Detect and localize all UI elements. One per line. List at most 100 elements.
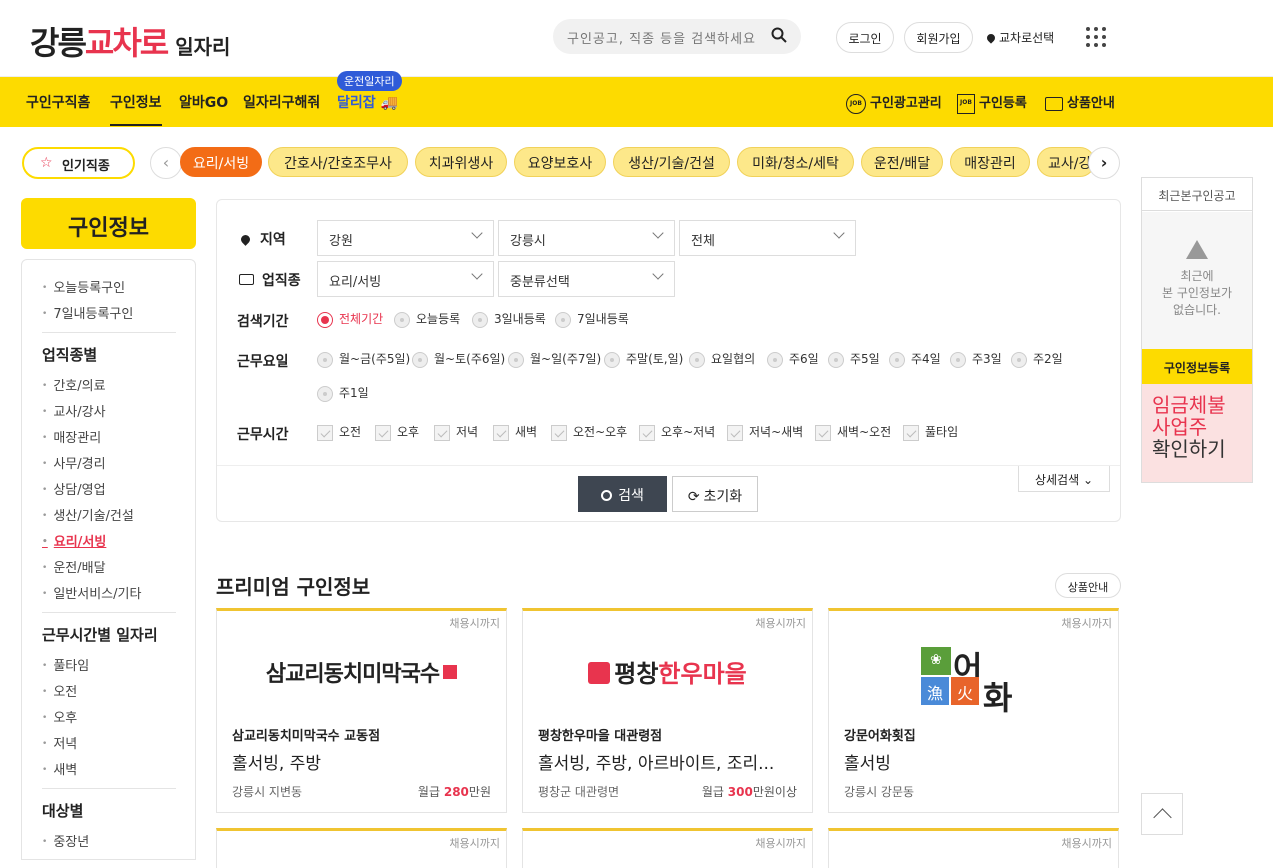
company-name: 강문어화횟집 bbox=[844, 729, 916, 744]
job-title: 홀서빙 bbox=[844, 754, 891, 774]
login-button[interactable]: 로그인 bbox=[836, 22, 894, 53]
recent-empty-message: 최근에 본 구인정보가 없습니다. bbox=[1142, 212, 1252, 349]
sidebar-item-middleaged[interactable]: 중장년 bbox=[42, 831, 89, 850]
days-4-radio[interactable]: 주4일 bbox=[889, 350, 941, 368]
reset-button[interactable]: ⟳ 초기화 bbox=[672, 476, 758, 512]
premium-card[interactable]: 채용시까지 ❀ 어 漁 火 화 강문어화횟집 홀서빙 강릉시 강문동 bbox=[828, 608, 1119, 813]
sidebar-item-general[interactable]: 일반서비스/기타 bbox=[42, 583, 141, 602]
job-sub-select[interactable]: 중분류선택 bbox=[498, 261, 675, 297]
premium-info-button[interactable]: 상품안내 bbox=[1055, 573, 1121, 598]
sidebar-item-morning[interactable]: 오전 bbox=[42, 681, 77, 700]
days-3-radio[interactable]: 주3일 bbox=[950, 350, 1002, 368]
job-pay: 월급 300만원이상 bbox=[701, 785, 797, 799]
days-mon-sat-radio[interactable]: 월~토(주6일) bbox=[412, 350, 505, 368]
sidebar-item-dawn[interactable]: 새벽 bbox=[42, 759, 77, 778]
search-icon[interactable] bbox=[771, 27, 787, 43]
region-city-select[interactable]: 강릉시 bbox=[498, 220, 675, 256]
sidebar-item-cooking[interactable]: 요리/서빙 bbox=[42, 531, 107, 550]
nav-find-job[interactable]: 일자리구해줘 bbox=[243, 92, 320, 112]
deadline-text: 채용시까지 bbox=[755, 617, 806, 630]
nav-dallijob[interactable]: 달리잡 🚚 bbox=[337, 92, 398, 112]
wage-check-banner[interactable]: 임금체불 사업주 확인하기 bbox=[1142, 384, 1252, 482]
days-mon-fri-radio[interactable]: 월~금(주5일) bbox=[317, 350, 410, 368]
premium-card[interactable]: 채용시까지 bbox=[216, 828, 507, 868]
premium-card[interactable]: 채용시까지 bbox=[828, 828, 1119, 868]
hours-dawn-checkbox[interactable]: 새벽 bbox=[493, 423, 537, 441]
chip-driving[interactable]: 운전/배달 bbox=[861, 147, 943, 177]
hours-dawn-morning-checkbox[interactable]: 새벽~오전 bbox=[815, 423, 891, 441]
sidebar-item-production[interactable]: 생산/기술/건설 bbox=[42, 505, 134, 524]
days-mon-sun-radio[interactable]: 월~일(주7일) bbox=[508, 350, 601, 368]
nav-job-info[interactable]: 구인정보 bbox=[110, 92, 162, 126]
sidebar-item-evening[interactable]: 저녁 bbox=[42, 733, 77, 752]
chip-store[interactable]: 매장관리 bbox=[950, 147, 1030, 177]
period-7days-radio[interactable]: 7일내등록 bbox=[555, 310, 629, 328]
signup-button[interactable]: 회원가입 bbox=[904, 22, 973, 53]
region-district-select[interactable]: 전체 bbox=[679, 220, 856, 256]
sidebar-item-today[interactable]: 오늘등록구인 bbox=[42, 277, 125, 296]
days-2-radio[interactable]: 주2일 bbox=[1011, 350, 1063, 368]
premium-card[interactable]: 채용시까지 평창한우마을 평창한우마을 대관령점 홀서빙, 주방, 아르바이트,… bbox=[522, 608, 813, 813]
chip-caregiver[interactable]: 요양보호사 bbox=[514, 147, 606, 177]
days-weekend-radio[interactable]: 주말(토,일) bbox=[604, 350, 683, 368]
deadline-text: 채용시까지 bbox=[449, 617, 500, 630]
premium-card[interactable]: 채용시까지 bbox=[522, 828, 813, 868]
sidebar-item-fulltime[interactable]: 풀타임 bbox=[42, 655, 89, 674]
chip-production[interactable]: 생산/기술/건설 bbox=[613, 147, 730, 177]
nav-products[interactable]: 상품안내 bbox=[1045, 92, 1115, 111]
chip-cooking-serving[interactable]: 요리/서빙 bbox=[180, 147, 262, 177]
region-select[interactable]: 교차로선택 bbox=[985, 29, 1054, 46]
premium-section-title: 프리미엄 구인정보 bbox=[216, 575, 371, 599]
search-input[interactable]: 구인공고, 직종 등을 검색하세요 bbox=[553, 19, 801, 54]
advanced-search-button[interactable]: 상세검색 ⌄ bbox=[1018, 466, 1110, 492]
hours-afternoon-checkbox[interactable]: 오후 bbox=[375, 423, 419, 441]
sidebar-item-office[interactable]: 사무/경리 bbox=[42, 453, 105, 472]
period-today-radio[interactable]: 오늘등록 bbox=[394, 310, 460, 328]
chip-nurse[interactable]: 간호사/간호조무사 bbox=[268, 147, 408, 177]
sidebar-item-store[interactable]: 매장관리 bbox=[42, 427, 101, 446]
recent-viewed-panel: 최근본구인공고 최근에 본 구인정보가 없습니다. 구인정보등록 임금체불 사업… bbox=[1141, 177, 1253, 483]
period-all-radio[interactable]: 전체기간 bbox=[317, 310, 383, 328]
days-6-radio[interactable]: 주6일 bbox=[767, 350, 819, 368]
chevron-down-icon bbox=[471, 268, 483, 280]
premium-card[interactable]: 채용시까지 삼교리동치미막국수 삼교리동치미막국수 교동점 홀서빙, 주방 강릉… bbox=[216, 608, 507, 813]
search-button[interactable]: 검색 bbox=[578, 476, 667, 512]
days-5-radio[interactable]: 주5일 bbox=[828, 350, 880, 368]
sidebar-item-driving[interactable]: 운전/배달 bbox=[42, 557, 105, 576]
chip-teacher[interactable]: 교사/강사 bbox=[1037, 147, 1095, 177]
hours-morning-afternoon-checkbox[interactable]: 오전~오후 bbox=[551, 423, 627, 441]
company-name: 삼교리동치미막국수 교동점 bbox=[232, 729, 381, 744]
region-province-select[interactable]: 강원 bbox=[317, 220, 494, 256]
chevron-right-icon[interactable]: › bbox=[1088, 147, 1120, 179]
sidebar-item-afternoon[interactable]: 오후 bbox=[42, 707, 77, 726]
hours-fulltime-checkbox[interactable]: 풀타임 bbox=[903, 423, 958, 441]
nav-ad-manage[interactable]: JOB 구인광고관리 bbox=[846, 92, 942, 114]
sidebar-item-teacher[interactable]: 교사/강사 bbox=[42, 401, 105, 420]
hours-evening-dawn-checkbox[interactable]: 저녁~새벽 bbox=[727, 423, 803, 441]
nav-register[interactable]: JOB 구인등록 bbox=[957, 92, 1027, 114]
site-logo[interactable]: 강릉교차로 일자리 bbox=[30, 18, 230, 64]
sidebar-item-sales[interactable]: 상담/영업 bbox=[42, 479, 105, 498]
chip-cleaning[interactable]: 미화/청소/세탁 bbox=[737, 147, 854, 177]
nav-home[interactable]: 구인구직홈 bbox=[26, 92, 90, 112]
search-filter-panel: 지역 강원 강릉시 전체 업직종 요리/서빙 중분류선택 검색기간 전체기간 오… bbox=[216, 199, 1121, 522]
days-1-radio[interactable]: 주1일 bbox=[317, 384, 369, 402]
days-negotiable-radio[interactable]: 요일협의 bbox=[689, 350, 755, 368]
popular-jobs-button[interactable]: ☆ 인기직종 bbox=[22, 147, 135, 179]
hours-evening-checkbox[interactable]: 저녁 bbox=[434, 423, 478, 441]
deadline-text: 채용시까지 bbox=[449, 837, 500, 850]
hours-morning-checkbox[interactable]: 오전 bbox=[317, 423, 361, 441]
chip-dental[interactable]: 치과위생사 bbox=[415, 147, 507, 177]
period-3days-radio[interactable]: 3일내등록 bbox=[472, 310, 546, 328]
sidebar-item-medical[interactable]: 간호/의료 bbox=[42, 375, 105, 394]
scroll-to-top-button[interactable] bbox=[1141, 793, 1183, 835]
job-register-button[interactable]: 구인정보등록 bbox=[1142, 349, 1252, 384]
region-label: 지역 bbox=[239, 229, 286, 249]
sidebar-item-7days[interactable]: 7일내등록구인 bbox=[42, 303, 133, 322]
nav-albago[interactable]: 알바GO bbox=[179, 92, 228, 112]
chevron-left-icon[interactable]: ‹ bbox=[150, 147, 182, 179]
app-menu-icon[interactable] bbox=[1086, 27, 1106, 47]
job-main-select[interactable]: 요리/서빙 bbox=[317, 261, 494, 297]
job-document-icon: JOB bbox=[957, 93, 975, 114]
hours-afternoon-evening-checkbox[interactable]: 오후~저녁 bbox=[639, 423, 715, 441]
